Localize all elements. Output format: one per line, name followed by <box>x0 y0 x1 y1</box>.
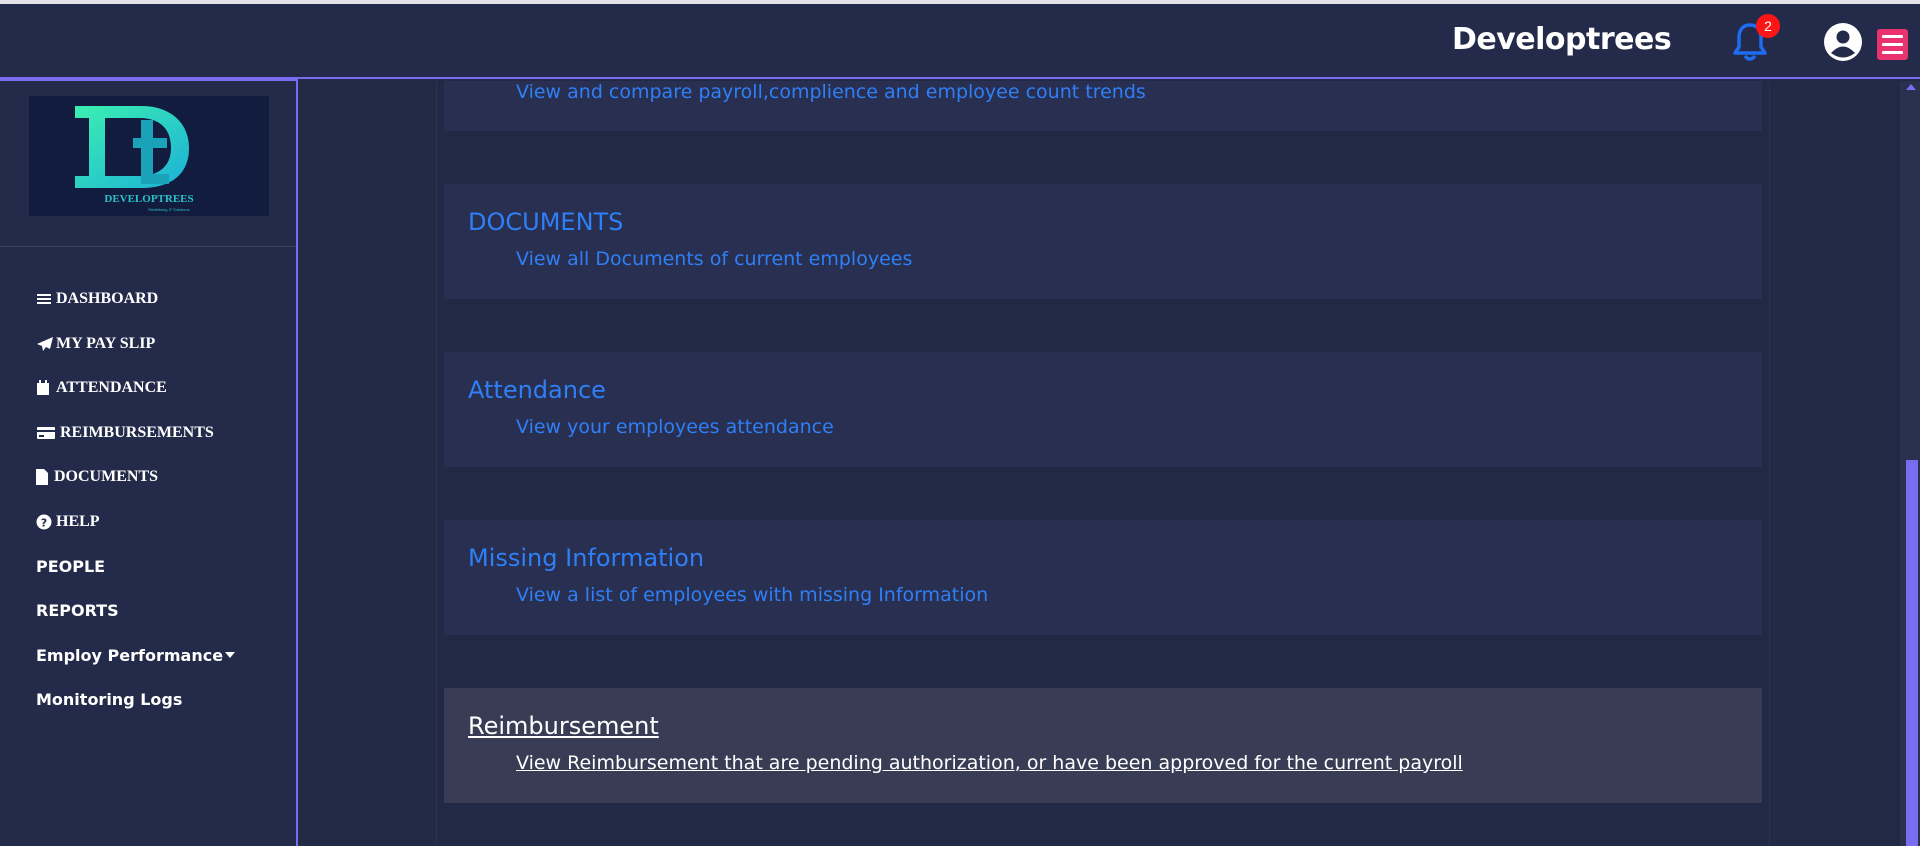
card-description[interactable]: View and compare payroll,complience and … <box>516 81 1146 103</box>
sidebar-item-label: REIMBURSEMENTS <box>60 423 214 441</box>
sidebar-item-label: DOCUMENTS <box>54 468 159 486</box>
card-missing-information[interactable]: Missing Information View a list of emplo… <box>444 520 1762 635</box>
notification-badge[interactable]: 2 <box>1756 14 1780 38</box>
bars-icon <box>36 291 52 307</box>
user-avatar-icon[interactable] <box>1823 22 1863 62</box>
caret-down-icon <box>225 652 236 659</box>
sidebar-item-reimbursements[interactable]: REIMBURSEMENTS <box>36 411 235 456</box>
menu-bar <box>1882 43 1903 46</box>
card-description[interactable]: View your employees attendance <box>516 416 834 438</box>
scroll-up-arrow-icon[interactable] <box>1906 84 1916 90</box>
card-attendance[interactable]: Attendance View your employees attendanc… <box>444 352 1762 467</box>
card-reimbursement[interactable]: Reimbursement View Reimbursement that ar… <box>444 688 1762 803</box>
logo-text: DEVELOPTREES <box>104 193 193 205</box>
card-description[interactable]: View a list of employees with missing In… <box>516 584 988 606</box>
sidebar-item-monitoring-logs[interactable]: Monitoring Logs <box>36 678 235 723</box>
sidebar-item-label: HELP <box>56 512 100 530</box>
logo-tagline: Redefining IT Solutions <box>148 207 189 212</box>
sidebar-nav: DASHBOARD MY PAY SLIP ATTENDANCE REIMBUR… <box>36 277 236 723</box>
credit-card-icon <box>36 425 56 441</box>
sidebar-item-label: PEOPLE <box>36 556 106 576</box>
sidebar-item-documents[interactable]: DOCUMENTS <box>36 455 235 500</box>
sidebar-item-dashboard[interactable]: DASHBOARD <box>36 277 235 322</box>
svg-text:?: ? <box>41 516 47 529</box>
scrollbar-thumb[interactable] <box>1906 460 1918 846</box>
company-logo[interactable]: DEVELOPTREES Redefining IT Solutions <box>29 96 269 216</box>
top-header: Developtrees 2 <box>0 4 1920 79</box>
menu-bar <box>1882 51 1903 54</box>
sidebar-item-attendance[interactable]: ATTENDANCE <box>36 366 235 411</box>
paper-plane-icon <box>36 336 53 352</box>
sidebar-item-label: ATTENDANCE <box>56 379 167 397</box>
menu-bar <box>1882 35 1903 38</box>
sidebar-item-reports[interactable]: REPORTS <box>36 589 235 634</box>
card-description[interactable]: View Reimbursement that are pending auth… <box>516 752 1463 774</box>
sidebar: DEVELOPTREES Redefining IT Solutions DAS… <box>0 79 298 846</box>
card-description[interactable]: View all Documents of current employees <box>516 248 912 270</box>
sidebar-item-employ-performance[interactable]: Employ Performance <box>36 633 236 678</box>
sidebar-item-label: MY PAY SLIP <box>56 334 156 352</box>
sidebar-item-label: REPORTS <box>36 601 119 621</box>
card-title[interactable]: DOCUMENTS <box>468 208 623 236</box>
card-title[interactable]: Reimbursement <box>468 712 659 740</box>
sidebar-item-my-pay-slip[interactable]: MY PAY SLIP <box>36 322 235 367</box>
sidebar-item-label: Employ Performance <box>36 645 224 665</box>
sidebar-item-label: DASHBOARD <box>56 290 159 308</box>
sidebar-item-label: Monitoring Logs <box>36 690 183 710</box>
card-title[interactable]: Attendance <box>468 376 606 404</box>
question-circle-icon: ? <box>36 514 52 530</box>
card-trends[interactable]: View and compare payroll,complience and … <box>444 81 1762 131</box>
sidebar-divider <box>0 246 296 247</box>
hamburger-menu-button[interactable] <box>1877 29 1908 60</box>
file-icon <box>36 469 50 486</box>
card-documents[interactable]: DOCUMENTS View all Documents of current … <box>444 184 1762 299</box>
sidebar-item-help[interactable]: ? HELP <box>36 500 235 545</box>
calendar-icon <box>36 380 52 396</box>
brand-title: Developtrees <box>1452 22 1672 57</box>
sidebar-item-people[interactable]: PEOPLE <box>36 544 235 589</box>
card-title[interactable]: Missing Information <box>468 544 704 572</box>
